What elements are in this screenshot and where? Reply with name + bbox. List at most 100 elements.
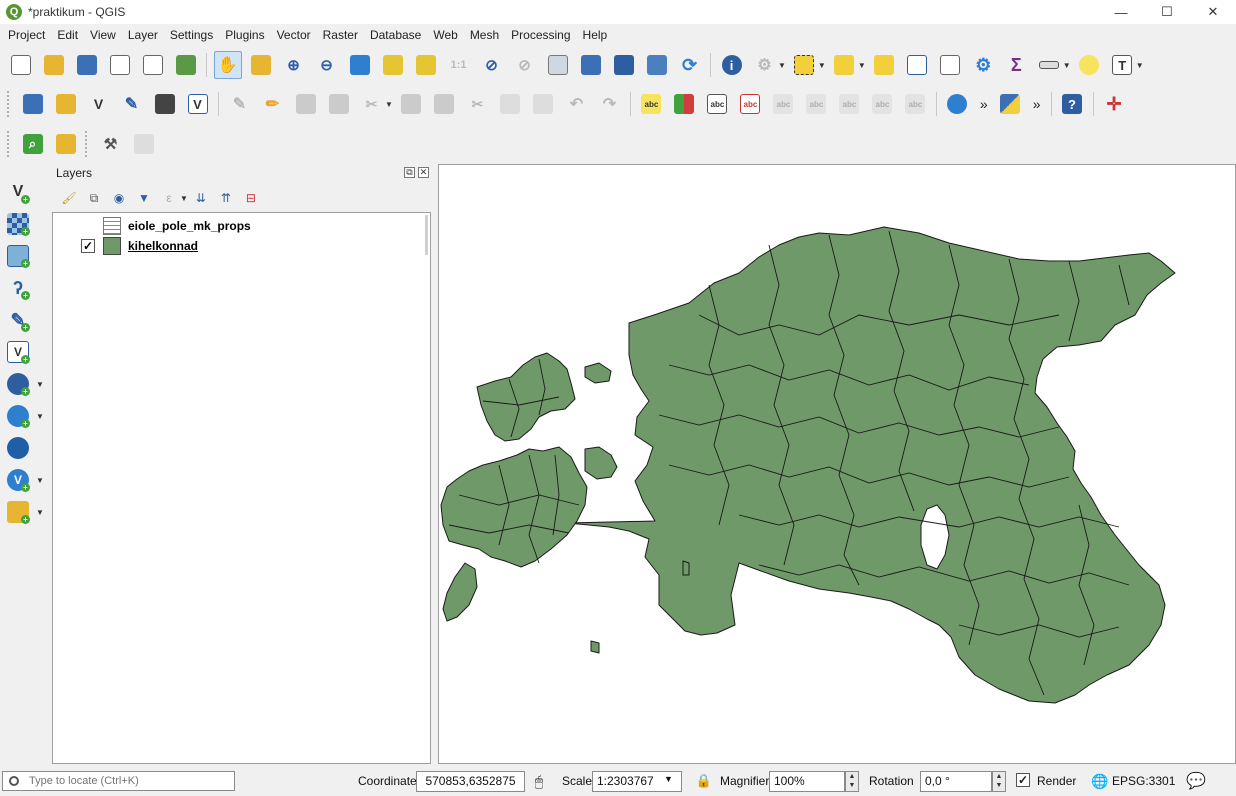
minimize-button[interactable]: — [1098,0,1144,24]
menu-processing[interactable]: Processing [505,28,576,42]
menu-layer[interactable]: Layer [122,28,164,42]
add-wcs-layer-button[interactable]: V + [4,466,32,494]
menu-plugins[interactable]: Plugins [219,28,270,42]
new-virtual-layer-button[interactable]: V [184,90,212,118]
new-map-view-button[interactable] [544,51,572,79]
refresh-button[interactable]: ⟳ [676,51,704,79]
zoom-to-layer-button[interactable] [412,51,440,79]
pan-to-selection-button[interactable] [247,51,275,79]
magnifier-field[interactable]: 100% [769,771,845,792]
zoom-native-button[interactable]: 1:1 [445,51,473,79]
toggle-extents-button[interactable]: 🖱 [529,771,549,791]
add-mesh-layer-button[interactable]: + [4,242,32,270]
layer-diagram-button[interactable] [670,90,698,118]
zoom-out-button[interactable]: ⊖ [313,51,341,79]
chevron-down-icon[interactable]: ▼ [36,380,44,389]
add-group-button[interactable]: ⧉ [83,187,105,209]
move-label-button[interactable]: abc [802,90,830,118]
delete-selected-button[interactable] [430,90,458,118]
locator-input[interactable] [29,775,229,787]
menu-project[interactable]: Project [2,28,51,42]
chevron-down-icon[interactable]: ▼ [1136,61,1144,70]
save-edits-button[interactable] [292,90,320,118]
layer-item-eiole-pole-mk-props[interactable]: eiole_pole_mk_props [81,216,251,236]
add-gps-layer-button[interactable]: ✎ + [4,306,32,334]
field-calculator-button[interactable]: Σ [1002,51,1030,79]
zoom-to-selection-button[interactable] [379,51,407,79]
add-postgis-layer-button[interactable]: + [4,370,32,398]
measure-button[interactable] [1035,51,1063,79]
highlight-pinned-labels-button[interactable]: abc [736,90,764,118]
zoom-next-button[interactable]: ⊘ [511,51,539,79]
open-attribute-table-button[interactable] [903,51,931,79]
filter-legend-button[interactable]: ▼ [133,187,155,209]
render-checkbox[interactable]: ✓ [1016,773,1030,787]
toolbar-grip[interactable] [85,131,91,157]
menu-view[interactable]: View [84,28,122,42]
show-hide-labels-button[interactable]: abc [769,90,797,118]
zoom-in-button[interactable]: ⊕ [280,51,308,79]
menu-edit[interactable]: Edit [51,28,84,42]
layer-visibility-checkbox[interactable]: ✓ [81,239,95,253]
select-features-button[interactable] [790,51,818,79]
maximize-button[interactable]: ☐ [1144,0,1190,24]
plugin-disabled-button[interactable] [130,130,158,158]
style-panel-button[interactable]: 🖌 [58,187,80,209]
chevron-down-icon[interactable]: ▼ [36,508,44,517]
plugin-tool-button[interactable]: ⚒ [97,130,125,158]
new-spatialite-layer-button[interactable]: ✎ [118,90,146,118]
add-virtual-layer-button[interactable]: V + [4,338,32,366]
add-wms-wmts-layer-button[interactable]: + [4,402,32,430]
chevron-down-icon[interactable]: ▼ [36,476,44,485]
map-tips-button[interactable] [1075,51,1103,79]
add-vector-layer-button[interactable]: V + [4,178,32,206]
chevron-down-icon[interactable]: ▼ [778,61,786,70]
style-manager-button[interactable] [172,51,200,79]
add-wfs-layer-button[interactable] [4,434,32,462]
new-layer-button[interactable]: + [4,498,32,526]
crosshair-button[interactable]: ✛ [1100,90,1128,118]
add-wms-layer-button[interactable] [943,90,971,118]
data-source-manager-button[interactable] [19,90,47,118]
current-edits-button[interactable]: ✎ [226,90,254,118]
rotation-field[interactable]: 0,0 ° [920,771,992,792]
map-canvas[interactable] [438,164,1236,764]
new-geopackage-layer-button[interactable] [52,90,80,118]
menu-raster[interactable]: Raster [317,28,364,42]
deselect-all-button[interactable] [870,51,898,79]
rotation-spinner[interactable]: ▲ ▼ [992,771,1006,792]
show-bookmarks-button[interactable] [643,51,671,79]
vertex-tool-button[interactable]: ✂ [358,90,386,118]
select-by-value-button[interactable] [830,51,858,79]
filter-by-expression-button[interactable]: ε [158,187,180,209]
python-console-button[interactable] [996,90,1024,118]
manage-visibility-button[interactable]: ◉ [108,187,130,209]
run-action-button[interactable]: ⚙ [751,51,779,79]
add-delimited-text-layer-button[interactable]: ʔ + [4,274,32,302]
add-raster-layer-button[interactable]: + [4,210,32,238]
save-project-button[interactable] [73,51,101,79]
layout-manager-button[interactable] [139,51,167,79]
georeferencer-button[interactable] [52,130,80,158]
chevron-down-icon[interactable]: ▼ [858,61,866,70]
expand-all-button[interactable]: ⇊ [190,187,212,209]
undock-panel-button[interactable]: ⧉ [404,167,415,178]
collapse-all-button[interactable]: ⇈ [215,187,237,209]
menu-vector[interactable]: Vector [271,28,317,42]
toolbar-grip[interactable] [7,131,13,157]
new-print-layout-button[interactable] [106,51,134,79]
magnifier-spinner[interactable]: ▲ ▼ [845,771,859,792]
menu-mesh[interactable]: Mesh [464,28,505,42]
crs-label[interactable]: EPSG:3301 [1112,774,1175,788]
undo-button[interactable]: ↶ [562,90,590,118]
tree-scrollbar[interactable] [425,215,428,255]
locator-bar[interactable] [2,771,235,791]
lock-scale-button[interactable]: 🔒 [694,771,714,791]
help-button[interactable]: ? [1058,90,1086,118]
add-feature-button[interactable] [325,90,353,118]
modify-attributes-button[interactable] [397,90,425,118]
chevron-down-icon[interactable]: ▼ [1063,61,1071,70]
paste-features-button[interactable] [529,90,557,118]
toolbar-overflow-button[interactable]: » [974,96,994,112]
toggle-editing-button[interactable]: ✏ [259,90,287,118]
